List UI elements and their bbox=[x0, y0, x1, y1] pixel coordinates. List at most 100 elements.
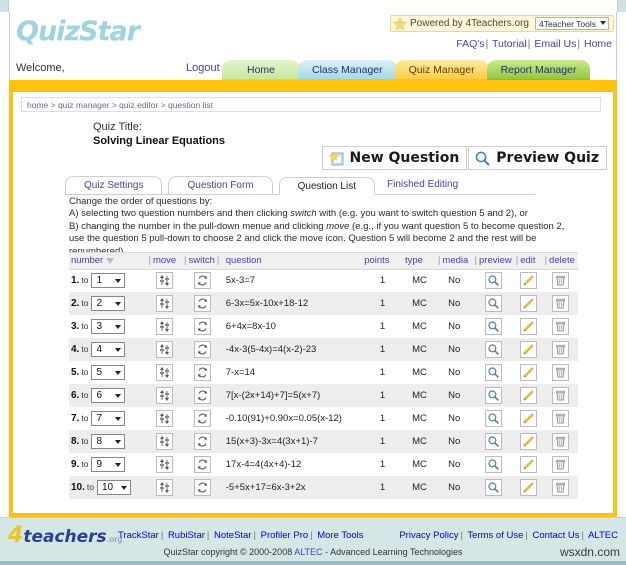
row-position-select[interactable]: 8 bbox=[91, 434, 125, 449]
edit-pencil-icon[interactable] bbox=[520, 456, 537, 473]
preview-icon[interactable] bbox=[485, 295, 502, 312]
row-position-select[interactable]: 1 bbox=[91, 273, 125, 288]
edit-pencil-icon[interactable] bbox=[520, 272, 537, 289]
subtab-finished-editing[interactable]: Finished Editing bbox=[381, 176, 464, 194]
subtab-question-form[interactable]: Question Form bbox=[168, 176, 272, 194]
tab-class-manager[interactable]: Class Manager bbox=[298, 60, 397, 80]
switch-icon[interactable] bbox=[194, 295, 211, 312]
footer-link-profiler-pro[interactable]: Profiler Pro bbox=[261, 530, 309, 541]
link-home[interactable]: Home bbox=[584, 38, 612, 50]
footer-link-terms-of-use[interactable]: Terms of Use bbox=[467, 530, 523, 541]
footer-link-rubistar[interactable]: RubiStar bbox=[168, 530, 205, 541]
footer-link-more-tools[interactable]: More Tools bbox=[317, 530, 363, 541]
delete-trash-icon[interactable] bbox=[552, 272, 569, 289]
move-icon[interactable] bbox=[156, 433, 173, 450]
switch-icon[interactable] bbox=[194, 456, 211, 473]
footer-link-privacy-policy[interactable]: Privacy Policy bbox=[399, 530, 458, 541]
move-icon[interactable] bbox=[156, 295, 173, 312]
subtab-question-list[interactable]: Question List bbox=[279, 177, 375, 195]
tab-quiz-manager[interactable]: Quiz Manager bbox=[395, 60, 489, 80]
new-question-button[interactable]: New Question bbox=[322, 146, 468, 170]
edit-pencil-icon[interactable] bbox=[520, 364, 537, 381]
switch-icon[interactable] bbox=[194, 272, 211, 289]
row-position-select[interactable]: 9 bbox=[91, 457, 125, 472]
delete-trash-icon[interactable] bbox=[552, 456, 569, 473]
delete-trash-icon[interactable] bbox=[552, 295, 569, 312]
switch-icon[interactable] bbox=[194, 410, 211, 427]
footer-link-contact-us[interactable]: Contact Us bbox=[532, 530, 579, 541]
logout-link[interactable]: Logout bbox=[186, 62, 220, 74]
th-delete: |delete bbox=[543, 253, 578, 269]
switch-icon[interactable] bbox=[194, 318, 211, 335]
cell-preview bbox=[473, 338, 514, 361]
row-position-select[interactable]: 2 bbox=[91, 296, 125, 311]
delete-trash-icon[interactable] bbox=[552, 318, 569, 335]
cell-delete bbox=[543, 361, 578, 384]
edit-pencil-icon[interactable] bbox=[520, 318, 537, 335]
preview-icon[interactable] bbox=[485, 341, 502, 358]
tab-report-manager[interactable]: Report Manager bbox=[487, 60, 591, 80]
delete-trash-icon[interactable] bbox=[552, 341, 569, 358]
delete-trash-icon[interactable] bbox=[552, 387, 569, 404]
table-row: 9.to917x-4=4(4x+4)-121MCNo bbox=[69, 453, 578, 476]
row-position-select[interactable]: 4 bbox=[91, 342, 125, 357]
th-number[interactable]: number bbox=[69, 253, 146, 269]
edit-pencil-icon[interactable] bbox=[520, 295, 537, 312]
th-points[interactable]: points bbox=[362, 253, 403, 269]
switch-icon[interactable] bbox=[194, 479, 211, 496]
row-position-select[interactable]: 3 bbox=[91, 319, 125, 334]
delete-trash-icon[interactable] bbox=[552, 479, 569, 496]
preview-icon[interactable] bbox=[485, 479, 502, 496]
move-icon[interactable] bbox=[156, 318, 173, 335]
move-icon[interactable] bbox=[156, 479, 173, 496]
row-position-select[interactable]: 10 bbox=[97, 480, 131, 495]
move-icon[interactable] bbox=[156, 364, 173, 381]
teacher-tools-dropdown[interactable]: 4Teacher Tools bbox=[535, 17, 609, 30]
link-email-us[interactable]: Email Us bbox=[534, 38, 576, 50]
chevron-down-icon bbox=[115, 325, 121, 329]
row-to-label: to bbox=[81, 275, 88, 285]
tab-home[interactable]: Home bbox=[222, 60, 300, 80]
move-icon[interactable] bbox=[156, 387, 173, 404]
delete-trash-icon[interactable] bbox=[552, 433, 569, 450]
preview-quiz-button[interactable]: Preview Quiz bbox=[468, 146, 607, 170]
edit-pencil-icon[interactable] bbox=[520, 387, 537, 404]
cell-move bbox=[146, 407, 182, 430]
breadcrumb[interactable]: home > quiz manager > quiz editor > ques… bbox=[21, 97, 601, 112]
preview-icon[interactable] bbox=[485, 433, 502, 450]
subtab-quiz-settings[interactable]: Quiz Settings bbox=[65, 176, 162, 194]
move-icon[interactable] bbox=[156, 341, 173, 358]
preview-icon[interactable] bbox=[485, 456, 502, 473]
row-position-select[interactable]: 6 bbox=[91, 388, 125, 403]
footer-link-notestar[interactable]: NoteStar bbox=[214, 530, 252, 541]
copyright-altec-link[interactable]: ALTEC bbox=[294, 547, 322, 557]
move-icon[interactable] bbox=[156, 456, 173, 473]
delete-trash-icon[interactable] bbox=[552, 410, 569, 427]
edit-pencil-icon[interactable] bbox=[520, 410, 537, 427]
switch-icon[interactable] bbox=[194, 364, 211, 381]
row-position-select[interactable]: 5 bbox=[91, 365, 125, 380]
preview-icon[interactable] bbox=[485, 410, 502, 427]
row-position-select[interactable]: 7 bbox=[91, 411, 125, 426]
preview-icon[interactable] bbox=[485, 364, 502, 381]
th-question[interactable]: question bbox=[224, 253, 362, 269]
4teachers-logo[interactable]: 4teachers.org bbox=[8, 523, 122, 548]
edit-pencil-icon[interactable] bbox=[520, 433, 537, 450]
th-type[interactable]: type bbox=[403, 253, 436, 269]
switch-icon[interactable] bbox=[194, 387, 211, 404]
cell-media: No bbox=[436, 315, 473, 338]
delete-trash-icon[interactable] bbox=[552, 364, 569, 381]
footer-link-altec[interactable]: ALTEC bbox=[588, 530, 618, 541]
footer-link-trackstar[interactable]: TrackStar bbox=[118, 530, 159, 541]
edit-pencil-icon[interactable] bbox=[520, 479, 537, 496]
link-tutorial[interactable]: Tutorial bbox=[492, 38, 527, 50]
preview-icon[interactable] bbox=[485, 272, 502, 289]
preview-icon[interactable] bbox=[485, 318, 502, 335]
link-faqs[interactable]: FAQ's bbox=[456, 38, 484, 50]
edit-pencil-icon[interactable] bbox=[520, 341, 537, 358]
preview-icon[interactable] bbox=[485, 387, 502, 404]
move-icon[interactable] bbox=[156, 272, 173, 289]
move-icon[interactable] bbox=[156, 410, 173, 427]
switch-icon[interactable] bbox=[194, 433, 211, 450]
switch-icon[interactable] bbox=[194, 341, 211, 358]
